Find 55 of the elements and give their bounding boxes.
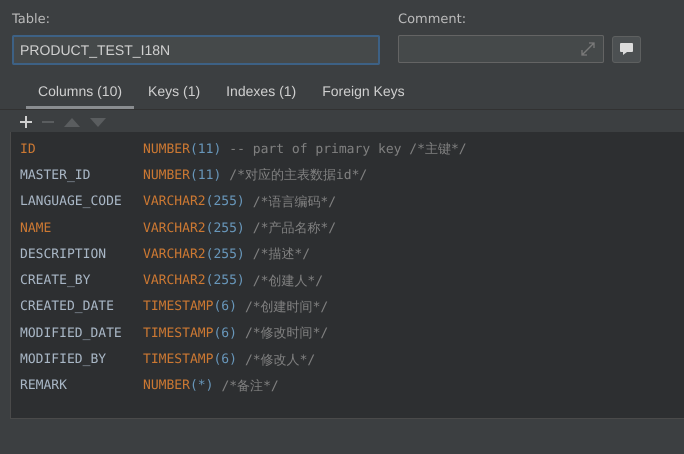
column-type: VARCHAR2 — [143, 273, 206, 288]
up-arrow-icon — [64, 118, 80, 126]
column-type: NUMBER — [143, 378, 190, 394]
column-type: TIMESTAMP — [143, 326, 214, 341]
column-size: (6) — [213, 326, 237, 341]
column-size: (255) — [206, 220, 245, 236]
tab[interactable]: Indexes (1) — [214, 79, 308, 109]
column-name: ID — [20, 142, 37, 157]
column-comment: /*修改人*/ — [244, 352, 316, 369]
column-name: DESCRIPTION — [20, 246, 108, 262]
column-comment: /*描述*/ — [252, 246, 310, 264]
column-size: (255) — [206, 194, 245, 210]
column-name: REMARK — [20, 378, 68, 394]
column-comment: /*修改时间*/ — [244, 325, 328, 342]
tab[interactable]: Keys (1) — [136, 79, 212, 109]
toolbar-button[interactable] — [20, 116, 32, 128]
speech-bubble-icon — [619, 42, 634, 56]
column-size: (255) — [206, 246, 245, 262]
column-name: NAME — [20, 220, 52, 236]
add-icon — [20, 116, 32, 128]
column-name: MODIFIED_DATE — [20, 326, 123, 341]
column-size: (11) — [190, 142, 222, 157]
column-size: (11) — [190, 168, 222, 183]
column-type: NUMBER — [143, 142, 190, 157]
column-comment: /*产品名称*/ — [252, 220, 336, 238]
column-type: TIMESTAMP — [143, 352, 214, 368]
column-comment: /*创建时间*/ — [244, 298, 328, 316]
comment-label: Comment: — [398, 12, 468, 27]
column-type: NUMBER — [143, 168, 190, 183]
column-type: VARCHAR2 — [143, 246, 206, 262]
column-comment: /*创建人*/ — [252, 272, 324, 290]
column-name: CREATED_DATE — [20, 299, 115, 314]
column-comment: /*备注*/ — [221, 378, 279, 395]
column-type: VARCHAR2 — [143, 194, 206, 210]
column-size: (6) — [213, 299, 237, 314]
comment-field[interactable] — [398, 35, 604, 63]
comment-button[interactable] — [612, 36, 641, 62]
column-comment: -- part of primary key /*主键*/ — [229, 141, 467, 158]
down-arrow-icon — [90, 118, 106, 126]
column-type: TIMESTAMP — [143, 299, 214, 314]
column-name: MODIFIED_BY — [20, 352, 108, 368]
column-size: (*) — [190, 378, 214, 394]
expand-icon[interactable] — [581, 42, 595, 56]
column-size: (6) — [213, 352, 237, 368]
column-comment: /*语言编码*/ — [252, 194, 336, 211]
column-name: LANGUAGE_CODE — [20, 194, 123, 210]
column-comment: /*对应的主表数据id*/ — [229, 167, 368, 184]
tab[interactable]: Columns (10) — [26, 79, 134, 109]
column-type: VARCHAR2 — [143, 220, 206, 236]
column-name: CREATE_BY — [20, 273, 92, 288]
column-name: MASTER_ID — [20, 168, 92, 183]
table-label: Table: — [12, 12, 51, 27]
tab[interactable]: Foreign Keys — [310, 79, 417, 109]
column-size: (255) — [206, 273, 245, 288]
table-name-field[interactable]: PRODUCT_TEST_I18N — [12, 35, 380, 65]
